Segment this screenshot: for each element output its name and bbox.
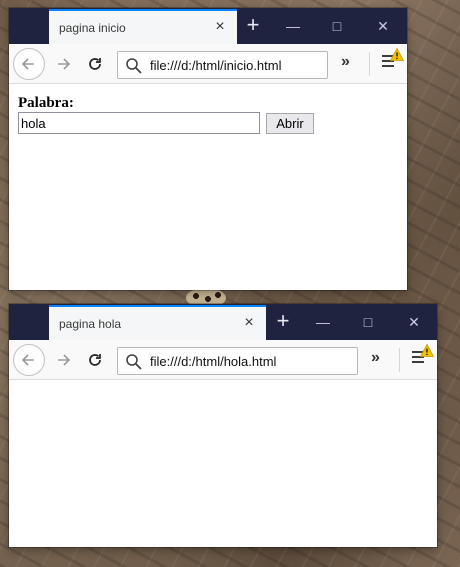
reload-button[interactable]: [84, 349, 106, 371]
warning-icon: [420, 344, 434, 357]
back-button[interactable]: [13, 48, 45, 80]
forward-arrow-icon: [58, 58, 71, 70]
reload-button[interactable]: [84, 53, 106, 75]
tab-title: pagina hola: [59, 316, 122, 331]
word-label: Palabra:: [18, 95, 74, 111]
minimize-button[interactable]: —: [303, 304, 343, 340]
tab-pagina-hola[interactable]: pagina hola ×: [49, 305, 266, 340]
toolbar-divider: [369, 52, 370, 76]
open-button[interactable]: Abrir: [266, 113, 314, 134]
title-bar: pagina inicio × + — □ ✕: [9, 8, 407, 44]
reload-icon: [89, 58, 101, 70]
forward-button[interactable]: [52, 53, 74, 75]
search-icon: [126, 354, 142, 370]
reload-icon: [89, 354, 101, 366]
maximize-button[interactable]: □: [348, 304, 388, 340]
url-text: file:///d:/html/inicio.html: [150, 57, 282, 73]
tab-close-icon[interactable]: ×: [240, 314, 258, 332]
overflow-menu-button[interactable]: »: [341, 53, 350, 71]
navigation-toolbar: file:///d:/html/inicio.html »: [9, 44, 407, 84]
word-input[interactable]: [18, 112, 260, 134]
minimize-button[interactable]: —: [273, 8, 313, 44]
overflow-menu-button[interactable]: »: [371, 349, 380, 367]
navigation-toolbar: file:///d:/html/hola.html »: [9, 340, 437, 380]
forward-button[interactable]: [52, 349, 74, 371]
new-tab-button[interactable]: +: [233, 8, 273, 44]
forward-arrow-icon: [58, 354, 71, 366]
title-bar: pagina hola × + — □ ✕: [9, 304, 437, 340]
warning-icon: [390, 48, 404, 61]
back-arrow-icon: [21, 58, 34, 70]
address-bar[interactable]: file:///d:/html/inicio.html: [117, 51, 328, 79]
url-text: file:///d:/html/hola.html: [150, 353, 277, 369]
tab-title: pagina inicio: [59, 20, 126, 35]
back-arrow-icon: [21, 354, 34, 366]
tab-pagina-inicio[interactable]: pagina inicio ×: [49, 9, 237, 44]
back-button[interactable]: [13, 344, 45, 376]
browser-window-inicio: pagina inicio × + — □ ✕ file:///d:/html/…: [9, 8, 407, 290]
maximize-button[interactable]: □: [317, 8, 357, 44]
tab-close-icon[interactable]: ×: [211, 18, 229, 36]
toolbar-divider: [399, 348, 400, 372]
close-window-button[interactable]: ✕: [394, 304, 434, 340]
close-window-button[interactable]: ✕: [363, 8, 403, 44]
browser-window-hola: pagina hola × + — □ ✕ file:///d:/html/ho…: [9, 304, 437, 547]
address-bar[interactable]: file:///d:/html/hola.html: [117, 347, 358, 375]
search-icon: [126, 58, 142, 74]
new-tab-button[interactable]: +: [263, 304, 303, 340]
